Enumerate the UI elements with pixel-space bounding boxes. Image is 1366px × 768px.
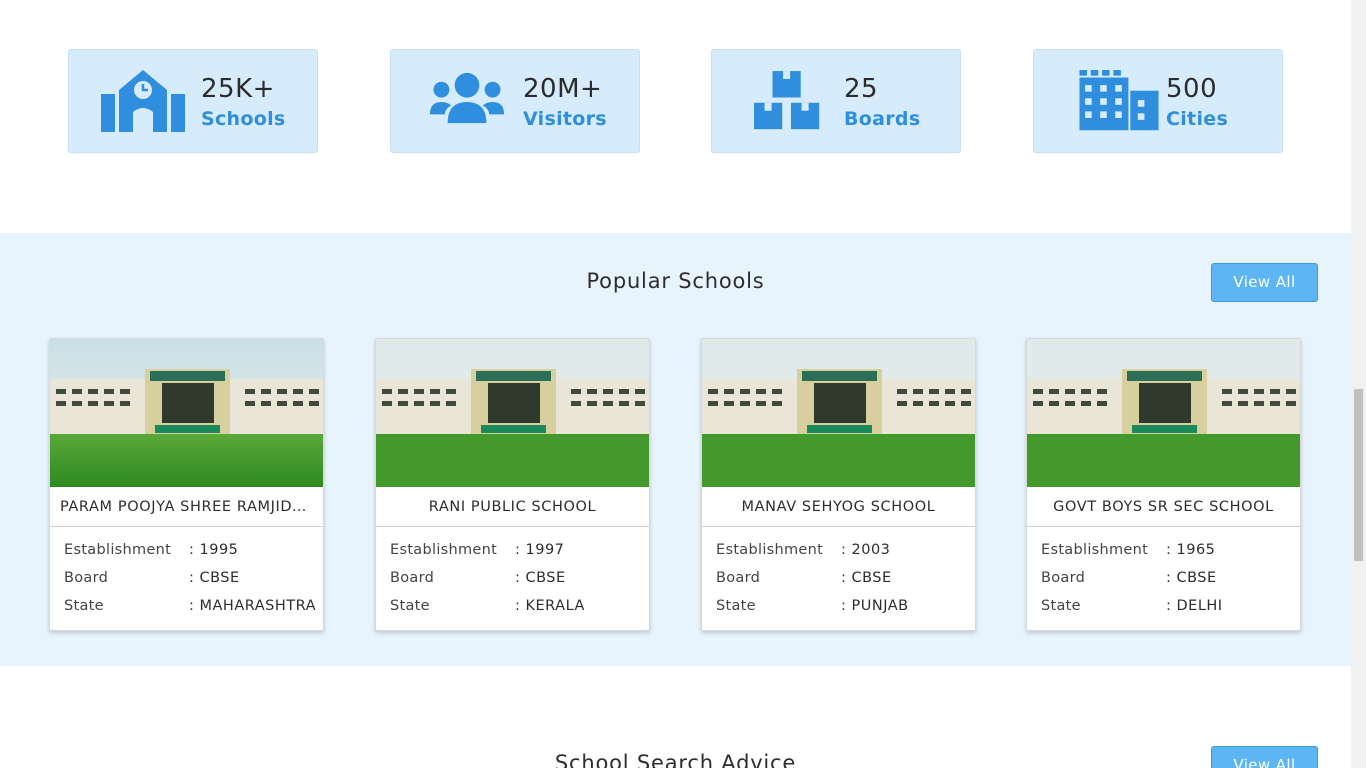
stat-value: 25K+ (201, 74, 275, 104)
page: 25K+ Schools 20M+ Visitors 25 Boards 500… (0, 0, 1351, 768)
stat-value: 500 (1166, 74, 1218, 104)
field-value-state: : MAHARASHTRA (189, 598, 317, 614)
stat-value: 25 (844, 74, 879, 104)
stat-label: Visitors (523, 108, 607, 130)
field-label-board: Board (716, 570, 761, 586)
field-value-establishment: : 1995 (189, 542, 239, 558)
school-photo-image (376, 339, 649, 487)
field-value-establishment: : 1997 (515, 542, 565, 558)
field-value-state: : DELHI (1166, 598, 1223, 614)
school-photo-image (702, 339, 975, 487)
field-label-state: State (390, 598, 430, 614)
field-label-establishment: Establishment (64, 542, 172, 558)
boxes-stack-icon (754, 71, 820, 130)
stat-card-schools: 25K+ Schools (68, 49, 318, 153)
school-card[interactable]: RANI PUBLIC SCHOOL Establishment : 1997 B… (375, 338, 650, 631)
field-value-establishment: : 1965 (1166, 542, 1216, 558)
school-photo[interactable] (50, 339, 323, 487)
scrollbar-thumb[interactable] (1354, 389, 1363, 561)
field-label-establishment: Establishment (390, 542, 498, 558)
school-card[interactable]: PARAM POOJYA SHREE RAMJIDASS SCHOOL Esta… (49, 338, 324, 631)
people-group-icon (429, 72, 505, 124)
field-label-board: Board (390, 570, 435, 586)
stat-value: 20M+ (523, 74, 603, 104)
stat-label: Schools (201, 108, 286, 130)
field-label-state: State (64, 598, 104, 614)
view-all-popular-button[interactable]: View All (1211, 263, 1318, 302)
field-label-state: State (716, 598, 756, 614)
field-value-board: : CBSE (841, 570, 892, 586)
school-building-icon (101, 70, 185, 132)
school-name[interactable]: GOVT BOYS SR SEC SCHOOL (1027, 487, 1300, 527)
field-value-board: : CBSE (189, 570, 240, 586)
school-photo[interactable] (376, 339, 649, 487)
field-value-board: : CBSE (515, 570, 566, 586)
school-card[interactable]: GOVT BOYS SR SEC SCHOOL Establishment : 1… (1026, 338, 1301, 631)
school-photo[interactable] (702, 339, 975, 487)
field-value-board: : CBSE (1166, 570, 1217, 586)
school-name[interactable]: RANI PUBLIC SCHOOL (376, 487, 649, 527)
view-all-advice-button[interactable]: View All (1211, 746, 1318, 768)
school-photo-image (50, 339, 323, 487)
section-title-school-search-advice: School Search Advice (554, 751, 797, 768)
field-label-state: State (1041, 598, 1081, 614)
section-title-popular-schools: Popular Schools (586, 269, 765, 293)
school-name[interactable]: PARAM POOJYA SHREE RAMJIDASS SCHOOL (50, 487, 323, 527)
school-name[interactable]: MANAV SEHYOG SCHOOL (702, 487, 975, 527)
field-label-establishment: Establishment (1041, 542, 1149, 558)
field-label-board: Board (1041, 570, 1086, 586)
stat-card-visitors: 20M+ Visitors (390, 49, 640, 153)
school-photo-image (1027, 339, 1300, 487)
city-building-icon (1079, 70, 1159, 131)
field-value-state: : PUNJAB (841, 598, 909, 614)
field-value-establishment: : 2003 (841, 542, 891, 558)
stat-card-cities: 500 Cities (1033, 49, 1283, 153)
field-label-board: Board (64, 570, 109, 586)
field-value-state: : KERALA (515, 598, 585, 614)
school-photo[interactable] (1027, 339, 1300, 487)
field-label-establishment: Establishment (716, 542, 824, 558)
school-card[interactable]: MANAV SEHYOG SCHOOL Establishment: 2003 … (701, 338, 976, 631)
stat-card-boards: 25 Boards (711, 49, 961, 153)
page-scrollbar[interactable] (1351, 0, 1366, 768)
stat-label: Boards (844, 108, 921, 130)
stat-label: Cities (1166, 108, 1229, 130)
